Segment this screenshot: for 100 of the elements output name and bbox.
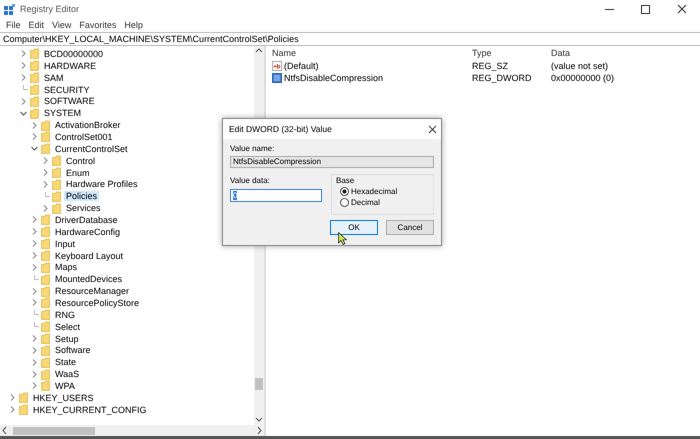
folder-icon — [41, 321, 50, 332]
folder-icon — [41, 356, 50, 368]
chevron-right-icon[interactable] — [19, 96, 28, 106]
tree-item[interactable]: HKEY_USERS — [31, 392, 96, 403]
chevron-right-icon[interactable] — [30, 239, 39, 248]
radio-icon[interactable] — [340, 198, 349, 207]
tree-item[interactable]: SECURITY — [42, 84, 92, 94]
folder-icon — [41, 250, 50, 262]
chevron-right-icon[interactable] — [30, 215, 39, 224]
tree-item[interactable]: HardwareConfig — [53, 226, 122, 237]
value-name-field[interactable]: NtfsDisableCompression — [230, 156, 434, 168]
tree-item[interactable]: BCD00000000 — [42, 48, 106, 59]
tree-item[interactable]: HARDWARE — [42, 60, 98, 71]
value-name[interactable]: (Default) — [284, 61, 319, 71]
value-type: REG_DWORD — [472, 72, 533, 84]
app-icon — [4, 4, 15, 14]
chevron-right-icon[interactable] — [30, 358, 39, 367]
menu-item[interactable]: View — [48, 20, 76, 30]
radio-label[interactable]: Hexadecimal — [351, 187, 398, 196]
binary-value-icon — [272, 73, 282, 83]
dialog-button[interactable]: OK — [330, 220, 378, 235]
tree-item[interactable]: SAM — [42, 72, 66, 83]
string-value-icon — [272, 61, 282, 71]
tree-item[interactable]: Control — [64, 156, 98, 166]
menu-item[interactable]: Edit — [24, 20, 48, 30]
menu-item[interactable]: File — [2, 20, 25, 30]
column-header[interactable]: Data — [551, 46, 681, 60]
chevron-right-icon[interactable] — [30, 227, 39, 236]
tree-item[interactable]: ResourcePolicyStore — [53, 298, 142, 308]
tree-item[interactable]: HKEY_CURRENT_CONFIG — [31, 404, 149, 415]
folder-icon — [41, 238, 50, 250]
chevron-right-icon[interactable] — [30, 346, 39, 355]
tree-item[interactable]: Select — [53, 322, 82, 332]
scrollbar-thumb[interactable] — [13, 426, 95, 434]
tree-item[interactable]: Software — [53, 345, 93, 356]
tree-item[interactable]: SOFTWARE — [42, 96, 97, 106]
chevron-down-icon[interactable] — [19, 108, 28, 118]
chevron-right-icon[interactable] — [41, 168, 50, 178]
chevron-right-icon[interactable] — [30, 120, 39, 130]
tree-item[interactable]: MountedDevices — [53, 274, 124, 284]
chevron-right-icon[interactable] — [19, 49, 28, 58]
column-header[interactable]: Name — [272, 46, 472, 60]
chevron-right-icon[interactable] — [8, 393, 17, 402]
tree-item[interactable]: RNG — [53, 310, 77, 320]
mouse-pointer-icon — [338, 232, 347, 245]
chevron-right-icon[interactable] — [30, 370, 39, 379]
chevron-right-icon[interactable] — [30, 286, 39, 296]
menu-item[interactable]: Favorites — [75, 20, 120, 30]
chevron-right-icon[interactable] — [30, 334, 39, 344]
value-name[interactable]: NtfsDisableCompression — [284, 73, 384, 83]
tree-item[interactable]: Input — [53, 238, 78, 249]
tree-item[interactable]: DriverDatabase — [53, 214, 120, 225]
folder-icon — [30, 84, 39, 95]
tree-item[interactable]: ActivationBroker — [53, 120, 123, 130]
tree-item[interactable]: Keyboard Layout — [53, 250, 126, 261]
folder-icon — [41, 333, 50, 344]
menu-item[interactable]: Help — [120, 20, 147, 30]
tree-item[interactable]: State — [53, 357, 78, 368]
scrollbar-thumb[interactable] — [255, 378, 263, 390]
chevron-right-icon[interactable] — [30, 298, 39, 308]
folder-icon — [30, 108, 39, 119]
column-header[interactable]: Type — [472, 46, 551, 60]
tree-item[interactable]: SYSTEM — [42, 108, 84, 118]
folder-icon — [41, 274, 50, 285]
folder-icon — [30, 96, 39, 107]
tree-item[interactable]: Services — [64, 203, 103, 214]
chevron-right-icon[interactable] — [30, 251, 39, 260]
chevron-right-icon[interactable] — [19, 73, 28, 82]
tree-item[interactable]: ResourceManager — [53, 286, 132, 296]
field-label: Value data: — [230, 176, 271, 185]
chevron-right-icon[interactable] — [8, 405, 17, 414]
value-type: REG_SZ — [472, 60, 510, 72]
chevron-down-icon[interactable] — [30, 144, 39, 154]
close-icon[interactable] — [428, 124, 437, 134]
group-label: Base — [336, 176, 356, 185]
chevron-right-icon[interactable] — [30, 132, 39, 142]
tree-item[interactable]: CurrentControlSet — [53, 144, 130, 154]
dialog-button[interactable]: Cancel — [386, 220, 434, 235]
address-bar[interactable]: Computer\HKEY_LOCAL_MACHINE\SYSTEM\CurrentControlSet\Policies — [0, 32, 700, 46]
value-data-field[interactable]: 0 — [230, 189, 322, 202]
value-data: (value not set) — [551, 60, 610, 72]
folder-icon — [41, 120, 50, 131]
chevron-right-icon[interactable] — [30, 262, 39, 272]
tree-item[interactable]: WPA — [53, 380, 77, 391]
tree-item[interactable]: Setup — [53, 334, 81, 344]
tree-item[interactable]: Enum — [64, 168, 92, 178]
folder-icon — [41, 131, 50, 142]
chevron-right-icon[interactable] — [41, 180, 50, 189]
chevron-right-icon[interactable] — [41, 204, 50, 213]
value-data: 0x00000000 (0) — [551, 72, 616, 84]
tree-item[interactable]: Policies — [64, 191, 100, 202]
radio-label[interactable]: Decimal — [351, 198, 380, 207]
tree-item[interactable]: Maps — [53, 262, 80, 272]
chevron-right-icon[interactable] — [41, 156, 50, 166]
radio-selected-icon[interactable] — [340, 187, 349, 196]
tree-item[interactable]: Hardware Profiles — [64, 179, 140, 190]
tree-item[interactable]: WaaS — [53, 369, 82, 380]
tree-item[interactable]: ControlSet001 — [53, 132, 115, 142]
chevron-right-icon[interactable] — [19, 61, 28, 70]
chevron-right-icon[interactable] — [30, 381, 39, 390]
